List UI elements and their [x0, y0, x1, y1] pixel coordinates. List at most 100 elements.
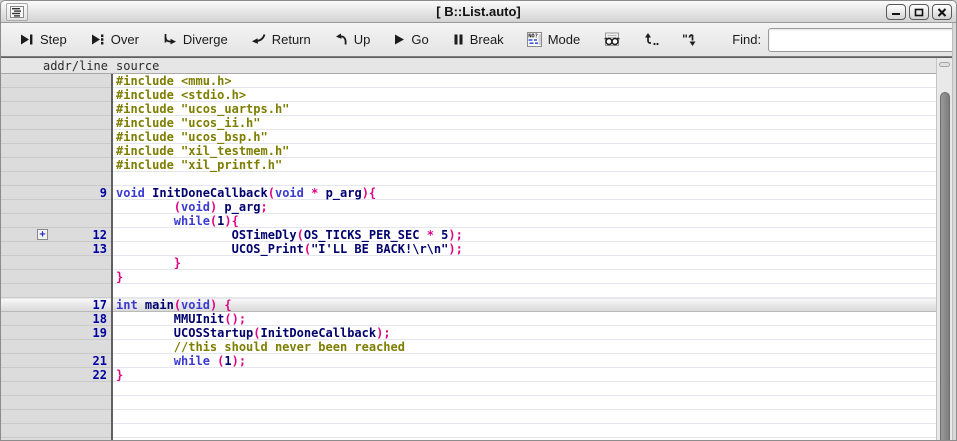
- maximize-button[interactable]: [909, 4, 929, 20]
- source-row[interactable]: [113, 172, 936, 186]
- title-bar[interactable]: [ B::List.auto]: [1, 1, 956, 23]
- expand-toggle[interactable]: +: [37, 229, 48, 240]
- source-row[interactable]: while (1);: [113, 354, 936, 368]
- gutter-row[interactable]: [1, 214, 111, 228]
- source-header: source: [116, 59, 159, 73]
- source-row[interactable]: OSTimeDly(OS_TICKS_PER_SEC * 5);: [113, 228, 936, 242]
- code-segment: OS_TICKS_PER_SEC: [304, 228, 427, 242]
- line-number: 12: [93, 228, 107, 242]
- source-row[interactable]: #include "ucos_bsp.h": [113, 130, 936, 144]
- line-number: 19: [93, 326, 107, 340]
- gutter-row[interactable]: [1, 74, 111, 88]
- gutter-row[interactable]: [1, 102, 111, 116]
- break-button-label: Break: [470, 32, 504, 47]
- source-listing: 9+12131718192122 #include <mmu.h>#includ…: [1, 74, 956, 441]
- source-row[interactable]: //this should never been reached: [113, 340, 936, 354]
- close-button[interactable]: [932, 4, 952, 20]
- gutter-row[interactable]: [1, 130, 111, 144]
- gutter-row[interactable]: [1, 158, 111, 172]
- column-header: addr/line source: [1, 57, 956, 74]
- source-row[interactable]: UCOSStartup(InitDoneCallback);: [113, 326, 936, 340]
- code-segment: MMUInit: [116, 312, 224, 326]
- gutter-row[interactable]: [1, 424, 111, 438]
- source-row[interactable]: MMUInit();: [113, 312, 936, 326]
- code-segment: }: [116, 270, 123, 284]
- gutter-row[interactable]: [1, 410, 111, 424]
- gutter-row[interactable]: 9: [1, 186, 111, 200]
- source-row[interactable]: while(1){: [113, 214, 936, 228]
- addr-line-header: addr/line: [1, 59, 108, 73]
- gutter-row[interactable]: 19: [1, 326, 111, 340]
- gutter-row[interactable]: 21: [1, 354, 111, 368]
- source-row[interactable]: }: [113, 256, 936, 270]
- code-segment: void: [116, 186, 145, 200]
- source-row[interactable]: (void) p_arg;: [113, 200, 936, 214]
- source-row[interactable]: [113, 396, 936, 410]
- mode-icon: NO?: [527, 32, 542, 47]
- code-segment: OSTimeDly: [116, 228, 297, 242]
- line-number: 21: [93, 354, 107, 368]
- gutter-row[interactable]: [1, 396, 111, 410]
- gutter-row[interactable]: [1, 116, 111, 130]
- return-button-label: Return: [272, 32, 311, 47]
- gutter-row[interactable]: [1, 172, 111, 186]
- source-row[interactable]: [113, 410, 936, 424]
- diverge-button[interactable]: Diverge: [160, 30, 230, 49]
- code-segment: [116, 200, 174, 214]
- gutter-row[interactable]: [1, 284, 111, 298]
- gutter-row[interactable]: [1, 144, 111, 158]
- gutter-row[interactable]: [1, 270, 111, 284]
- gutter-row[interactable]: [1, 340, 111, 354]
- over-button[interactable]: Over: [88, 30, 141, 49]
- source-row[interactable]: }: [113, 368, 936, 382]
- mode-button[interactable]: NO? Mode: [525, 30, 583, 49]
- prev-button[interactable]: [642, 31, 661, 48]
- up-button-label: Up: [354, 32, 371, 47]
- source-row[interactable]: }: [113, 270, 936, 284]
- source-row[interactable]: #include "xil_testmem.h": [113, 144, 936, 158]
- source-row[interactable]: #include <stdio.h>: [113, 88, 936, 102]
- find-input[interactable]: [768, 28, 956, 52]
- code-segment: );: [376, 326, 390, 340]
- source-row[interactable]: #include "ucos_uartps.h": [113, 102, 936, 116]
- vertical-scrollbar[interactable]: [936, 58, 952, 441]
- code-segment: (: [174, 298, 181, 312]
- step-button[interactable]: Step: [17, 30, 69, 49]
- source-row[interactable]: [113, 424, 936, 438]
- next-button[interactable]: [680, 31, 699, 48]
- scrollbar-thumb[interactable]: [940, 92, 950, 441]
- source-row[interactable]: UCOS_Print("I'LL BE BACK!\r\n");: [113, 242, 936, 256]
- code-segment: #include "xil_testmem.h": [116, 144, 289, 158]
- return-button[interactable]: Return: [249, 30, 313, 49]
- source-code-area: #include <mmu.h>#include <stdio.h>#inclu…: [113, 74, 936, 441]
- source-row[interactable]: #include "ucos_ii.h": [113, 116, 936, 130]
- view-button[interactable]: [601, 30, 623, 49]
- break-button[interactable]: Break: [450, 30, 506, 49]
- code-segment: 1: [224, 354, 231, 368]
- code-segment: main: [138, 298, 174, 312]
- code-segment: );: [232, 354, 246, 368]
- svg-text:NO?: NO?: [528, 33, 538, 39]
- gutter-row[interactable]: [1, 382, 111, 396]
- over-button-label: Over: [111, 32, 139, 47]
- up-button[interactable]: Up: [332, 30, 373, 49]
- gutter-row[interactable]: [1, 256, 111, 270]
- source-row[interactable]: #include <mmu.h>: [113, 74, 936, 88]
- scrollbar-grip[interactable]: [939, 62, 950, 67]
- gutter-row[interactable]: 22: [1, 368, 111, 382]
- gutter-row[interactable]: 13: [1, 242, 111, 256]
- gutter-row[interactable]: 18: [1, 312, 111, 326]
- code-segment: //this should never been reached: [116, 340, 405, 354]
- gutter-row[interactable]: +12: [1, 228, 111, 242]
- source-row[interactable]: int main(void) {: [113, 298, 936, 312]
- source-row[interactable]: [113, 284, 936, 298]
- go-button[interactable]: Go: [391, 30, 430, 49]
- source-row[interactable]: [113, 382, 936, 396]
- gutter-row[interactable]: [1, 88, 111, 102]
- gutter-row[interactable]: [1, 200, 111, 214]
- source-row[interactable]: #include "xil_printf.h": [113, 158, 936, 172]
- go-button-label: Go: [411, 32, 428, 47]
- source-row[interactable]: void InitDoneCallback(void * p_arg){: [113, 186, 936, 200]
- minimize-button[interactable]: [886, 4, 906, 20]
- gutter-row[interactable]: 17: [1, 298, 111, 312]
